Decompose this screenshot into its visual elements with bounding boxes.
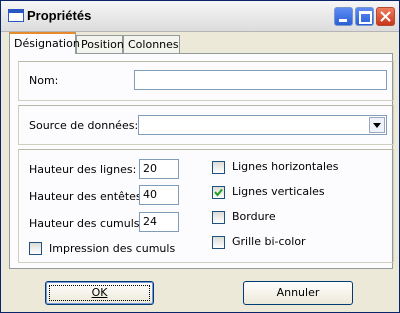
impression-cumuls-label: Impression des cumuls — [49, 242, 176, 255]
properties-dialog: Propriétés Désignation Position Colonnes… — [0, 0, 400, 313]
close-icon — [380, 11, 391, 22]
hauteur-lignes-input[interactable]: 20 — [139, 159, 179, 179]
impression-cumuls-checkbox[interactable] — [29, 242, 42, 255]
lignes-verticales-label: Lignes verticales — [232, 185, 325, 198]
chevron-down-icon[interactable] — [369, 117, 385, 133]
annuler-label: Annuler — [276, 286, 320, 299]
name-group: Nom: — [18, 61, 394, 101]
close-button[interactable] — [376, 7, 395, 26]
lignes-horizontales-label: Lignes horizontales — [232, 160, 339, 173]
grille-bicolor-label: Grille bi-color — [232, 235, 306, 248]
bordure-checkbox[interactable] — [212, 211, 225, 224]
options-group: Hauteur des lignes: 20 Hauteur des entêt… — [18, 149, 394, 263]
ok-button[interactable]: OK — [45, 281, 154, 305]
focus-rect — [49, 285, 150, 301]
source-group: Source de données: — [18, 105, 394, 145]
minimize-button[interactable] — [334, 7, 353, 26]
tab-position[interactable]: Position — [76, 35, 124, 53]
window-title: Propriétés — [27, 8, 92, 23]
checkmark-icon — [214, 188, 223, 197]
nom-label: Nom: — [29, 74, 59, 87]
lignes-verticales-checkbox[interactable] — [212, 186, 225, 199]
bordure-label: Bordure — [232, 210, 276, 223]
tab-designation[interactable]: Désignation — [9, 32, 80, 54]
title-bar[interactable]: Propriétés — [1, 1, 399, 32]
hauteur-lignes-label: Hauteur des lignes: — [29, 163, 137, 176]
annuler-button[interactable]: Annuler — [243, 281, 353, 305]
hauteur-entetes-label: Hauteur des entêtes: — [29, 190, 146, 203]
tab-panel: Nom: Source de données: Hauteur des lign… — [9, 53, 394, 269]
source-select[interactable] — [138, 115, 387, 135]
hauteur-cumuls-label: Hauteur des cumuls: — [29, 217, 144, 230]
grille-bicolor-checkbox[interactable] — [212, 236, 225, 249]
tab-colonnes[interactable]: Colonnes — [123, 35, 180, 53]
window-icon — [8, 9, 24, 22]
maximize-button[interactable] — [355, 7, 374, 26]
lignes-horizontales-checkbox[interactable] — [212, 161, 225, 174]
nom-input[interactable] — [134, 70, 387, 90]
hauteur-cumuls-input[interactable]: 24 — [139, 212, 179, 232]
source-label: Source de données: — [29, 119, 139, 132]
hauteur-entetes-input[interactable]: 40 — [139, 185, 179, 205]
